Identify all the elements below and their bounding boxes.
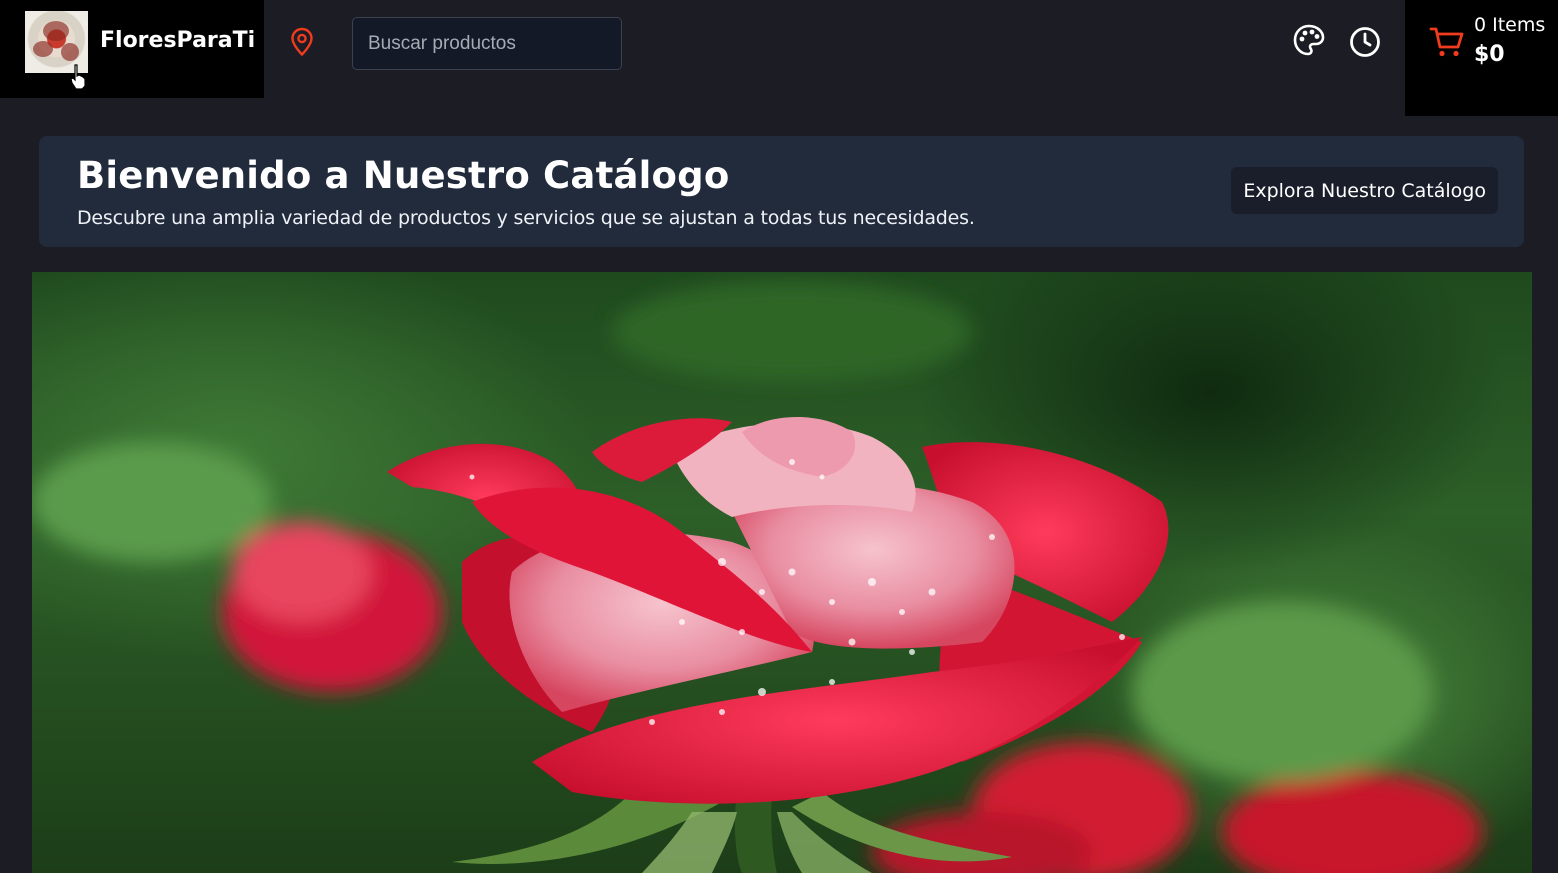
cart-total: $0 bbox=[1474, 42, 1505, 67]
explore-catalog-button[interactable]: Explora Nuestro Catálogo bbox=[1231, 167, 1498, 214]
cart-icon[interactable] bbox=[1429, 25, 1465, 59]
cart-item-count: 0 Items bbox=[1474, 14, 1546, 36]
palette-icon[interactable] bbox=[1292, 23, 1326, 57]
hero-rose-image bbox=[32, 272, 1532, 873]
banner-subtitle: Descubre una amplia variedad de producto… bbox=[77, 207, 975, 229]
hand-cursor-icon bbox=[70, 64, 86, 90]
brand-block[interactable]: FloresParaTi bbox=[0, 0, 264, 98]
brand-name[interactable]: FloresParaTi bbox=[100, 28, 255, 53]
page-title: Bienvenido a Nuestro Catálogo bbox=[77, 154, 730, 197]
welcome-banner: Bienvenido a Nuestro Catálogo Descubre u… bbox=[39, 136, 1524, 247]
search-input[interactable] bbox=[352, 17, 622, 70]
rose-illustration bbox=[32, 282, 1482, 873]
clock-icon[interactable] bbox=[1348, 25, 1382, 59]
map-pin-icon[interactable] bbox=[289, 27, 315, 57]
cart-summary[interactable]: 0 Items $0 bbox=[1405, 0, 1558, 116]
